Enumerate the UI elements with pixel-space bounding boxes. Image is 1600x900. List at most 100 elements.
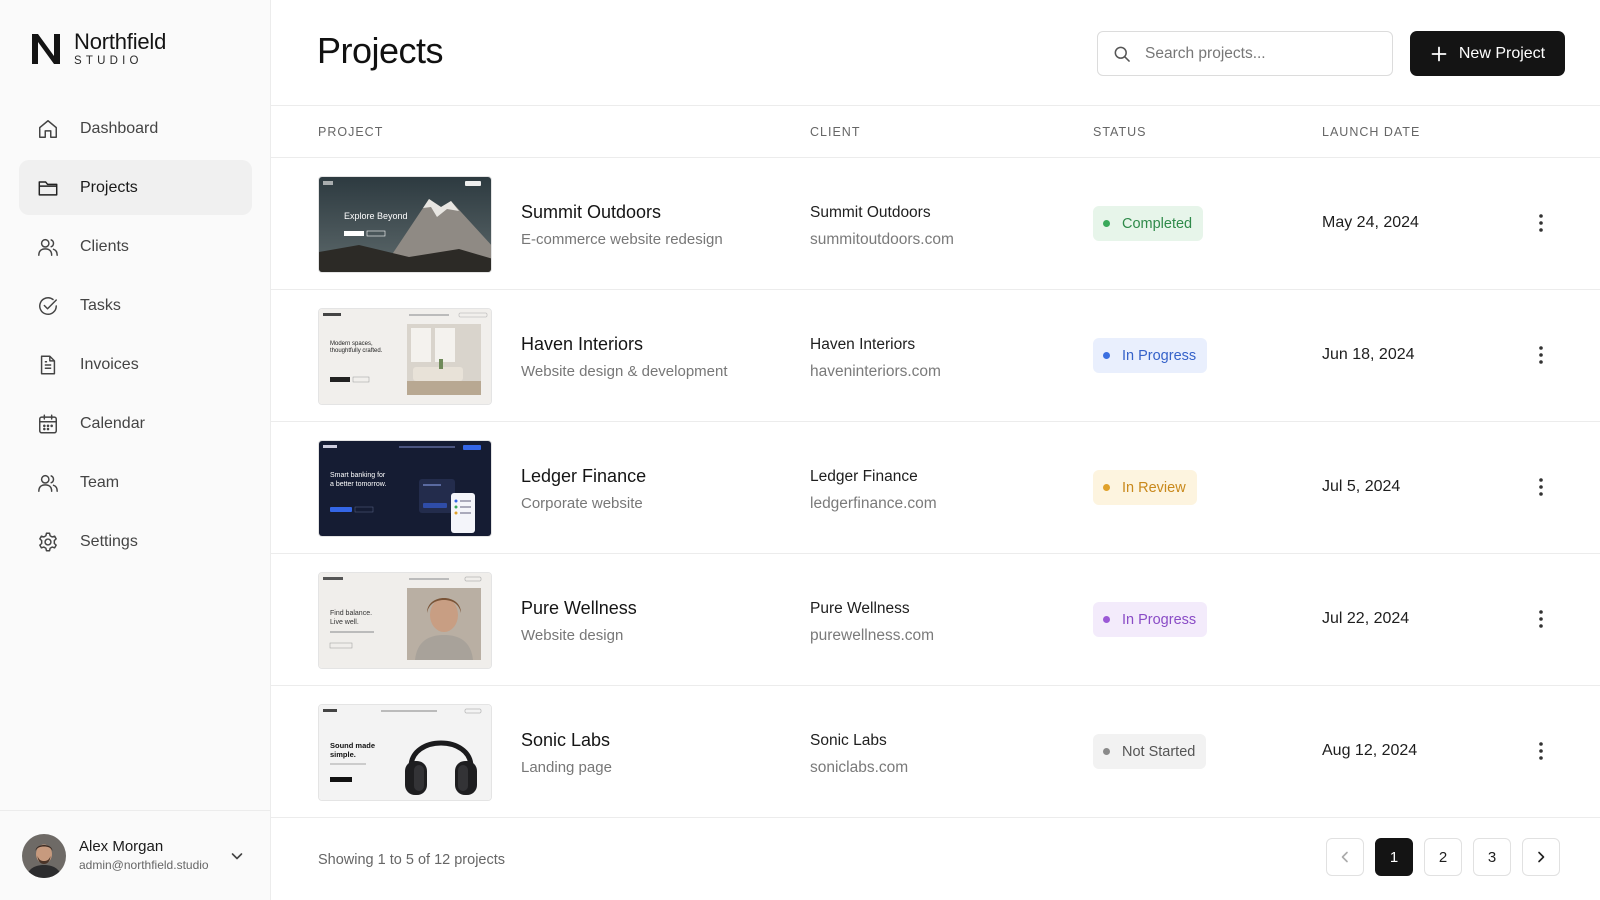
status-dot-icon (1103, 616, 1110, 623)
avatar (22, 833, 66, 878)
projects-table-body: Explore Beyond Summit Outdoors E-commerc… (271, 158, 1600, 818)
svg-text:Smart banking for: Smart banking for (330, 472, 386, 479)
project-name[interactable]: Sonic Labs (521, 730, 610, 751)
project-thumbnail[interactable]: Sound made simple. (318, 704, 492, 801)
more-options-icon[interactable] (1529, 210, 1553, 236)
column-header-project[interactable]: PROJECT (318, 125, 383, 139)
sidebar: Northfield STUDIO Dashboard Projects Cli… (0, 0, 271, 900)
project-description: Website design & development (521, 363, 728, 380)
sidebar-item-label: Calendar (80, 414, 145, 432)
table-row[interactable]: Modern spaces, thoughtfully crafted. Hav… (271, 290, 1600, 422)
status-dot-icon (1103, 484, 1110, 491)
chevron-right-icon (1538, 851, 1545, 863)
table-row[interactable]: Sound made simple. Sonic Labs Landing pa… (271, 686, 1600, 818)
home-icon (37, 118, 59, 140)
client-url[interactable]: haveninteriors.com (810, 363, 941, 381)
search-input[interactable] (1145, 44, 1365, 63)
column-header-launch-date[interactable]: LAUNCH DATE (1322, 125, 1420, 139)
sidebar-item-projects[interactable]: Projects (19, 160, 252, 215)
sidebar-item-team[interactable]: Team (19, 455, 252, 510)
status-badge: In Review (1093, 470, 1197, 505)
brand-subtitle: STUDIO (74, 55, 143, 67)
chevron-left-icon (1341, 851, 1348, 863)
client-url[interactable]: purewellness.com (810, 627, 934, 645)
users-icon (37, 236, 59, 258)
launch-date: May 24, 2024 (1322, 214, 1419, 231)
status-dot-icon (1103, 748, 1110, 755)
page-button-1[interactable]: 1 (1375, 838, 1413, 876)
column-header-client[interactable]: CLIENT (810, 125, 860, 139)
sidebar-item-tasks[interactable]: Tasks (19, 278, 252, 333)
new-project-label: New Project (1458, 44, 1546, 62)
sidebar-item-calendar[interactable]: Calendar (19, 396, 252, 451)
project-name[interactable]: Ledger Finance (521, 466, 646, 487)
brand-logo[interactable]: Northfield STUDIO (30, 30, 166, 68)
table-row[interactable]: Find balance. Live well. Pure Wellness W… (271, 554, 1600, 686)
status-label: In Progress (1122, 347, 1197, 364)
sidebar-item-settings[interactable]: Settings (19, 514, 252, 569)
page-title: Projects (317, 30, 444, 71)
thumb-headline: Explore Beyond (344, 211, 408, 221)
more-options-icon[interactable] (1529, 342, 1553, 368)
svg-text:simple.: simple. (330, 750, 356, 759)
user-menu[interactable]: Alex Morgan admin@northfield.studio (0, 810, 270, 900)
sidebar-item-label: Invoices (80, 355, 139, 373)
next-page-button[interactable] (1522, 838, 1560, 876)
sidebar-item-invoices[interactable]: Invoices (19, 337, 252, 392)
project-thumbnail[interactable]: Smart banking for a better tomorrow. (318, 440, 492, 537)
project-name[interactable]: Summit Outdoors (521, 202, 661, 223)
project-name[interactable]: Pure Wellness (521, 598, 637, 619)
client-name: Summit Outdoors (810, 204, 931, 221)
status-badge: In Progress (1093, 338, 1208, 373)
status-badge: Not Started (1093, 734, 1207, 769)
table-row[interactable]: Smart banking for a better tomorrow. Led… (271, 422, 1600, 554)
page-button-2[interactable]: 2 (1424, 838, 1462, 876)
search-box[interactable] (1097, 31, 1393, 76)
page-button-3[interactable]: 3 (1473, 838, 1511, 876)
client-url[interactable]: ledgerfinance.com (810, 495, 937, 513)
check-circle-icon (37, 295, 59, 317)
chevron-down-icon[interactable] (228, 847, 246, 865)
svg-text:thoughtfully crafted.: thoughtfully crafted. (330, 348, 383, 354)
gear-icon (37, 531, 59, 553)
more-options-icon[interactable] (1529, 474, 1553, 500)
team-icon (37, 472, 59, 494)
more-options-icon[interactable] (1529, 606, 1553, 632)
user-name: Alex Morgan (79, 838, 164, 855)
launch-date: Jun 18, 2024 (1322, 346, 1415, 363)
sidebar-item-label: Settings (80, 532, 138, 550)
sidebar-item-dashboard[interactable]: Dashboard (19, 101, 252, 156)
client-url[interactable]: summitoutdoors.com (810, 231, 954, 249)
status-label: Completed (1122, 215, 1193, 232)
sidebar-item-label: Dashboard (80, 119, 159, 137)
status-label: In Progress (1122, 611, 1197, 628)
status-label: Not Started (1122, 743, 1196, 760)
project-thumbnail[interactable]: Find balance. Live well. (318, 572, 492, 669)
project-description: Landing page (521, 759, 612, 776)
svg-text:Modern spaces,: Modern spaces, (330, 341, 373, 347)
brand-name: Northfield (74, 29, 167, 54)
svg-text:Sound made: Sound made (330, 741, 375, 750)
sidebar-item-label: Tasks (80, 296, 121, 314)
northfield-logo-icon (32, 34, 60, 64)
column-header-status[interactable]: STATUS (1093, 125, 1146, 139)
client-url[interactable]: soniclabs.com (810, 759, 908, 777)
user-email: admin@northfield.studio (79, 858, 209, 872)
launch-date: Aug 12, 2024 (1322, 742, 1418, 759)
new-project-button[interactable]: New Project (1410, 31, 1565, 76)
client-name: Haven Interiors (810, 336, 916, 353)
sidebar-nav: Dashboard Projects Clients Tasks Invoice… (19, 101, 252, 573)
project-thumbnail[interactable]: Modern spaces, thoughtfully crafted. (318, 308, 492, 405)
search-icon (1114, 46, 1130, 62)
sidebar-item-clients[interactable]: Clients (19, 219, 252, 274)
project-description: E-commerce website redesign (521, 231, 723, 248)
table-row[interactable]: Explore Beyond Summit Outdoors E-commerc… (271, 158, 1600, 290)
launch-date: Jul 22, 2024 (1322, 610, 1410, 627)
project-name[interactable]: Haven Interiors (521, 334, 643, 355)
project-thumbnail[interactable]: Explore Beyond (318, 176, 492, 273)
more-options-icon[interactable] (1529, 738, 1553, 764)
client-name: Ledger Finance (810, 468, 918, 485)
prev-page-button[interactable] (1326, 838, 1364, 876)
sidebar-item-label: Clients (80, 237, 129, 255)
status-dot-icon (1103, 352, 1110, 359)
